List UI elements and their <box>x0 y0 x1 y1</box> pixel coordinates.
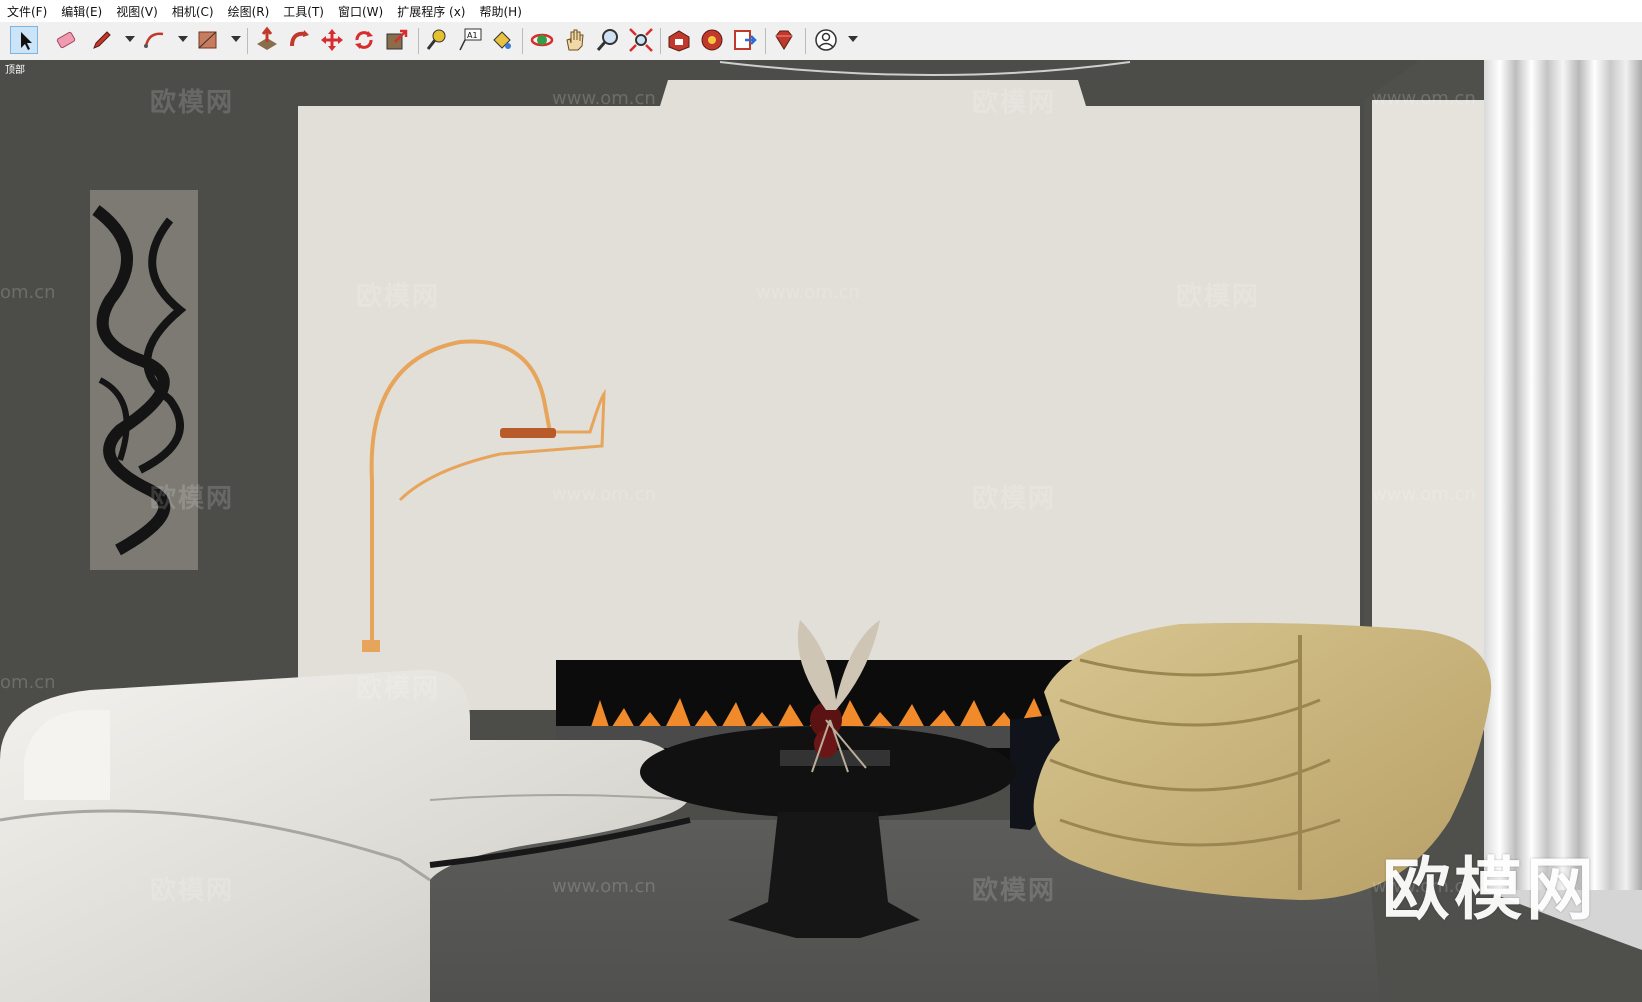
watermark-site: www.om.cn <box>552 88 656 109</box>
rectangle-dropdown-icon[interactable] <box>231 36 241 42</box>
menu-file[interactable]: 文件(F) <box>0 3 54 20</box>
watermark-site: www.om.cn <box>1372 88 1476 109</box>
watermark-site: www.om.cn <box>552 876 656 897</box>
watermark-site: www.om.cn <box>1372 484 1476 505</box>
menu-tools[interactable]: 工具(T) <box>276 3 331 20</box>
toolbar-separator <box>660 28 661 54</box>
account-dropdown-icon[interactable] <box>848 36 858 42</box>
watermark-partial: om.cn <box>0 672 56 693</box>
eraser-icon[interactable] <box>52 26 80 54</box>
menu-extensions[interactable]: 扩展程序 (x) <box>390 3 472 20</box>
rectangle-icon[interactable] <box>194 26 222 54</box>
watermark-brand: 欧模网 <box>356 282 441 312</box>
warehouse-icon[interactable] <box>665 26 693 54</box>
pencil-dropdown-icon[interactable] <box>125 36 135 42</box>
toolbar-separator <box>765 28 766 54</box>
account-icon[interactable] <box>812 26 840 54</box>
scale-icon[interactable] <box>383 26 411 54</box>
3d-viewport[interactable]: 顶部 欧模网 www.om.cn 欧模网 www.om.cn om.cn 欧模网… <box>0 60 1642 1002</box>
pan-icon[interactable] <box>561 26 589 54</box>
move-icon[interactable] <box>318 26 346 54</box>
watermark-brand: 欧模网 <box>972 484 1057 514</box>
menu-bar: 文件(F) 编辑(E) 视图(V) 相机(C) 绘图(R) 工具(T) 窗口(W… <box>0 0 1642 22</box>
svg-text:A1: A1 <box>467 31 478 40</box>
watermark-site: www.om.cn <box>756 282 860 303</box>
watermark-brand: 欧模网 <box>972 88 1057 118</box>
text-icon[interactable]: A1 <box>456 26 484 54</box>
toolbar-separator <box>247 28 248 54</box>
arc-dropdown-icon[interactable] <box>178 36 188 42</box>
watermark-partial: om.cn <box>0 282 56 303</box>
menu-edit[interactable]: 编辑(E) <box>54 3 109 20</box>
watermark-brand: 欧模网 <box>150 484 235 514</box>
ruby-console-icon[interactable] <box>770 26 798 54</box>
toolbar-separator <box>418 28 419 54</box>
follow-me-icon[interactable] <box>286 26 314 54</box>
watermark-site: www.om.cn <box>552 484 656 505</box>
watermark-brand: 欧模网 <box>972 876 1057 906</box>
toolbar-separator <box>522 28 523 54</box>
watermark-brand: 欧模网 <box>150 88 235 118</box>
zoom-extents-icon[interactable] <box>627 26 655 54</box>
scene-tab-label[interactable]: 顶部 <box>5 61 25 76</box>
watermark-brand: 欧模网 <box>150 876 235 906</box>
menu-help[interactable]: 帮助(H) <box>472 3 528 20</box>
main-toolbar: A1 <box>0 22 1642 61</box>
menu-draw[interactable]: 绘图(R) <box>221 3 277 20</box>
toolbar-separator <box>805 28 806 54</box>
arc-icon[interactable] <box>141 26 169 54</box>
zoom-icon[interactable] <box>594 26 622 54</box>
select-icon[interactable] <box>10 26 38 54</box>
watermark-brand: 欧模网 <box>1176 282 1261 312</box>
rotate-icon[interactable] <box>350 26 378 54</box>
send-to-layout-icon[interactable] <box>731 26 759 54</box>
menu-view[interactable]: 视图(V) <box>109 3 165 20</box>
extension-warehouse-icon[interactable] <box>698 26 726 54</box>
push-pull-icon[interactable] <box>253 26 281 54</box>
menu-camera[interactable]: 相机(C) <box>165 3 221 20</box>
logo-watermark: 欧模网 <box>1382 851 1599 930</box>
paint-bucket-icon[interactable] <box>488 26 516 54</box>
menu-window[interactable]: 窗口(W) <box>331 3 390 20</box>
watermark-brand: 欧模网 <box>356 674 441 704</box>
tape-measure-icon[interactable] <box>423 26 451 54</box>
pencil-icon[interactable] <box>88 26 116 54</box>
orbit-icon[interactable] <box>528 26 556 54</box>
